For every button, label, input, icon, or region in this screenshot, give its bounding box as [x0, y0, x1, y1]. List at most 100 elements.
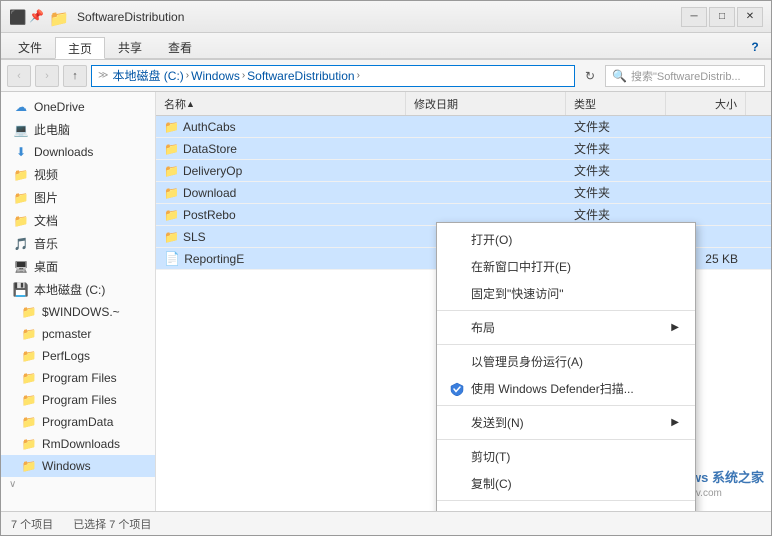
- sidebar-label-programdata: ProgramData: [42, 415, 113, 429]
- file-list: 名称 ▲ 修改日期 类型 大小 📁 AuthCabs 文件夹 📁 Da: [156, 92, 771, 511]
- address-bar: ‹ › ↑ ≫ 本地磁盘 (C:) › Windows › SoftwareDi…: [1, 60, 771, 92]
- pin-icon: 📌: [29, 9, 45, 25]
- quick-access-icon: ⬛: [9, 9, 25, 25]
- sidebar-label-desktop: 桌面: [34, 258, 58, 275]
- copy-icon: [449, 476, 465, 492]
- sidebar-label-programfiles1: Program Files: [42, 371, 117, 385]
- close-button[interactable]: ✕: [737, 7, 763, 27]
- status-selected: 已选择 7 个项目: [73, 516, 151, 532]
- file-type-download: 文件夹: [566, 184, 666, 201]
- ctx-label-cut: 剪切(T): [471, 448, 510, 465]
- folder-icon-1: 📁: [21, 304, 37, 320]
- col-header-size[interactable]: 大小: [666, 92, 746, 115]
- tab-home[interactable]: 主页: [55, 37, 105, 59]
- ctx-label-copy: 复制(C): [471, 475, 512, 492]
- title-bar-icons: ⬛ 📌 📁: [9, 9, 69, 25]
- sidebar-item-windows[interactable]: 📁 Windows: [1, 455, 155, 477]
- folder-icon-6: 📁: [21, 414, 37, 430]
- ribbon: 文件 主页 共享 查看 ?: [1, 33, 771, 60]
- sidebar-item-programfiles1[interactable]: 📁 Program Files: [1, 367, 155, 389]
- help-button[interactable]: ?: [743, 36, 767, 58]
- ctx-label-run-as-admin: 以管理员身份运行(A): [471, 353, 583, 370]
- folder-icon-7: 📁: [21, 436, 37, 452]
- ctx-run-as-admin[interactable]: 以管理员身份运行(A): [437, 348, 695, 375]
- sidebar-scroll-hint: ∨: [1, 477, 155, 492]
- ctx-copy[interactable]: 复制(C): [437, 470, 695, 497]
- tab-share[interactable]: 共享: [105, 36, 155, 58]
- txt-icon-reporting: 📄: [164, 251, 180, 267]
- pictures-icon: 📁: [13, 190, 29, 206]
- sidebar-item-pictures[interactable]: 📁 图片: [1, 186, 155, 209]
- sidebar-item-programdata[interactable]: 📁 ProgramData: [1, 411, 155, 433]
- window: ⬛ 📌 📁 SoftwareDistribution ─ □ ✕ 文件 主页 共…: [0, 0, 772, 536]
- table-row[interactable]: 📁 DataStore 文件夹: [156, 138, 771, 160]
- file-type-deliveryop: 文件夹: [566, 162, 666, 179]
- sidebar-label-computer: 此电脑: [34, 121, 70, 138]
- up-button[interactable]: ↑: [63, 65, 87, 87]
- ctx-send-to[interactable]: 发送到(N) ▶: [437, 409, 695, 436]
- ctx-arrow-sendto: ▶: [671, 417, 679, 428]
- ctx-layout[interactable]: 布局 ▶: [437, 314, 695, 341]
- table-row[interactable]: 📁 AuthCabs 文件夹: [156, 116, 771, 138]
- search-box[interactable]: 🔍 搜索"SoftwareDistrib...: [605, 65, 765, 87]
- file-name-download: 📁 Download: [156, 186, 406, 200]
- ctx-cut[interactable]: 剪切(T): [437, 443, 695, 470]
- ctx-defender-scan[interactable]: 使用 Windows Defender扫描...: [437, 375, 695, 402]
- open-icon: [449, 232, 465, 248]
- sidebar-item-music[interactable]: 🎵 音乐: [1, 232, 155, 255]
- title-bar-controls: ─ □ ✕: [681, 7, 763, 27]
- sidebar-item-windows-tilde[interactable]: 📁 $WINDOWS.~: [1, 301, 155, 323]
- col-header-type[interactable]: 类型: [566, 92, 666, 115]
- address-input[interactable]: ≫ 本地磁盘 (C:) › Windows › SoftwareDistribu…: [91, 65, 575, 87]
- refresh-button[interactable]: ↻: [579, 65, 601, 87]
- documents-icon: 📁: [13, 213, 29, 229]
- title-bar: ⬛ 📌 📁 SoftwareDistribution ─ □ ✕: [1, 1, 771, 33]
- sidebar-item-desktop[interactable]: 🖥 桌面: [1, 255, 155, 278]
- maximize-button[interactable]: □: [709, 7, 735, 27]
- sidebar-item-localdisk[interactable]: 💾 本地磁盘 (C:): [1, 278, 155, 301]
- ctx-open[interactable]: 打开(O): [437, 226, 695, 253]
- videos-icon: 📁: [13, 167, 29, 183]
- ribbon-tabs: 文件 主页 共享 查看 ?: [1, 33, 771, 59]
- ctx-open-new-window[interactable]: 在新窗口中打开(E): [437, 253, 695, 280]
- col-header-date[interactable]: 修改日期: [406, 92, 566, 115]
- ctx-create-shortcut[interactable]: 创建快捷方式(S): [437, 504, 695, 511]
- file-name-datastore: 📁 DataStore: [156, 142, 406, 156]
- status-bar: 7 个项目 已选择 7 个项目: [1, 511, 771, 535]
- forward-button[interactable]: ›: [35, 65, 59, 87]
- sendto-icon: [449, 415, 465, 431]
- breadcrumb-windows[interactable]: Windows: [191, 69, 240, 83]
- file-name-sls: 📁 SLS: [156, 230, 406, 244]
- ctx-divider-3: [437, 405, 695, 406]
- file-type-datastore: 文件夹: [566, 140, 666, 157]
- sidebar-item-programfiles2[interactable]: 📁 Program Files: [1, 389, 155, 411]
- breadcrumb-softdist[interactable]: SoftwareDistribution: [247, 69, 354, 83]
- sidebar-item-computer[interactable]: 💻 此电脑: [1, 118, 155, 141]
- folder-icon-authcabs: 📁: [164, 120, 179, 134]
- file-type-postrebo: 文件夹: [566, 206, 666, 223]
- table-row[interactable]: 📁 DeliveryOp 文件夹: [156, 160, 771, 182]
- table-row[interactable]: 📁 Download 文件夹: [156, 182, 771, 204]
- ctx-pin-quick-access[interactable]: 固定到"快速访问": [437, 280, 695, 307]
- sidebar-item-onedrive[interactable]: ☁ OneDrive: [1, 96, 155, 118]
- ctx-divider-1: [437, 310, 695, 311]
- sidebar-item-perflogs[interactable]: 📁 PerfLogs: [1, 345, 155, 367]
- breadcrumb-c-drive[interactable]: 本地磁盘 (C:): [112, 67, 183, 84]
- folder-icon-datastore: 📁: [164, 142, 179, 156]
- folder-icon-3: 📁: [21, 348, 37, 364]
- minimize-button[interactable]: ─: [681, 7, 707, 27]
- sidebar-item-documents[interactable]: 📁 文档: [1, 209, 155, 232]
- desktop-icon: 🖥: [13, 259, 29, 275]
- sidebar-label-perflogs: PerfLogs: [42, 349, 90, 363]
- sidebar-item-videos[interactable]: 📁 视频: [1, 163, 155, 186]
- tab-file[interactable]: 文件: [5, 36, 55, 58]
- tab-view[interactable]: 查看: [155, 36, 205, 58]
- sidebar-item-rmdownloads[interactable]: 📁 RmDownloads: [1, 433, 155, 455]
- sidebar-item-pcmaster[interactable]: 📁 pcmaster: [1, 323, 155, 345]
- status-count: 7 个项目: [11, 516, 53, 532]
- back-button[interactable]: ‹: [7, 65, 31, 87]
- folder-icon-2: 📁: [21, 326, 37, 342]
- sidebar-item-downloads[interactable]: ⬇ Downloads: [1, 141, 155, 163]
- col-header-name[interactable]: 名称 ▲: [156, 92, 406, 115]
- computer-icon: 💻: [13, 122, 29, 138]
